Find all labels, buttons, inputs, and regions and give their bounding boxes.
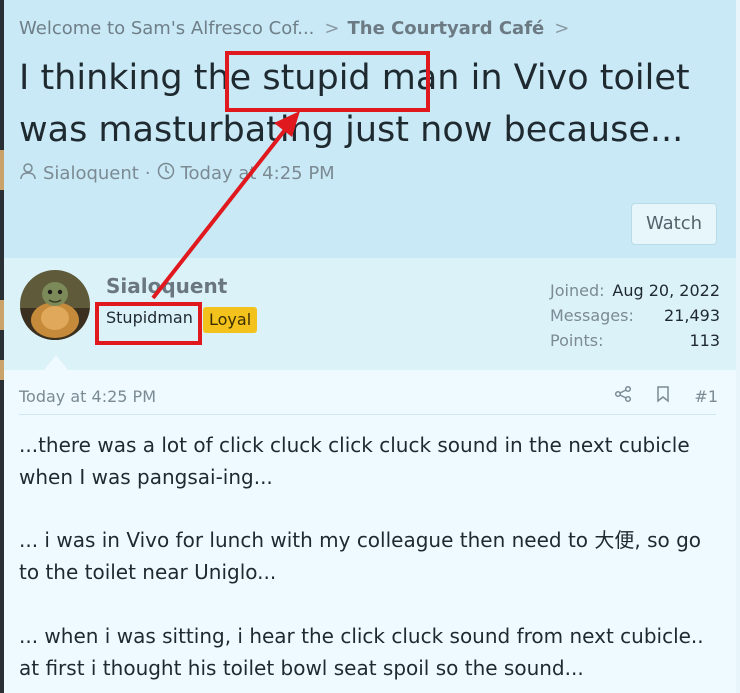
post-number[interactable]: #1 <box>694 387 718 406</box>
avatar[interactable] <box>20 270 90 340</box>
post-container: Sialoquent Stupidman Loyal Joined: Aug 2… <box>4 258 736 693</box>
post-user-area: Sialoquent Stupidman Loyal Joined: Aug 2… <box>4 258 736 371</box>
stat-value[interactable]: 21,493 <box>664 303 720 328</box>
stat-value[interactable]: 113 <box>689 328 720 353</box>
post-paragraph: ...there was a lot of click cluck click … <box>19 433 690 489</box>
stat-key: Messages: <box>550 306 634 325</box>
thread-title: I thinking the stupid man in Vivo toilet… <box>19 58 690 150</box>
clock-icon <box>157 162 175 185</box>
thread-page: Welcome to Sam's Alfresco Cof... > The Cou… <box>4 0 736 693</box>
avatar-turtle-icon <box>20 270 90 340</box>
post-time[interactable]: Today at 4:25 PM <box>19 387 156 406</box>
loyal-badge: Loyal <box>203 307 258 333</box>
bookmark-icon[interactable] <box>654 385 672 407</box>
message-pointer <box>44 355 68 370</box>
post-paragraph: ... i was in Vivo for lunch with my coll… <box>19 528 702 584</box>
post-paragraph: ... when i was sitting, i hear the click… <box>19 624 704 680</box>
meta-separator: · <box>144 163 151 184</box>
thread-header: Welcome to Sam's Alfresco Cof... > The Cou… <box>4 0 736 258</box>
stat-value: Aug 20, 2022 <box>612 281 720 300</box>
stat-key: Points: <box>550 331 604 350</box>
stat-joined: Joined: Aug 20, 2022 <box>550 278 720 303</box>
stat-points: Points: 113 <box>550 328 720 353</box>
thread-author[interactable]: Sialoquent <box>43 163 139 184</box>
watch-button[interactable]: Watch <box>631 203 717 245</box>
post-divider <box>19 414 716 415</box>
breadcrumb-separator: > <box>324 18 340 39</box>
breadcrumb-separator: > <box>554 18 570 39</box>
breadcrumb-item-courtyard[interactable]: The Courtyard Café <box>348 18 545 39</box>
user-icon <box>19 162 37 185</box>
post-username[interactable]: Sialoquent <box>106 274 227 298</box>
thread-time[interactable]: Today at 4:25 PM <box>181 163 335 184</box>
stat-key: Joined: <box>550 281 605 300</box>
thread-meta: Sialoquent · Today at 4:25 PM <box>19 162 335 185</box>
breadcrumb-item-forum[interactable]: Welcome to Sam's Alfresco Cof... <box>19 18 314 39</box>
post-actions: #1 <box>614 385 718 407</box>
user-stats: Joined: Aug 20, 2022 Messages: 21,493 Po… <box>550 278 720 353</box>
stat-messages: Messages: 21,493 <box>550 303 720 328</box>
user-title: Stupidman <box>106 308 193 327</box>
share-icon[interactable] <box>614 385 632 407</box>
breadcrumb: Welcome to Sam's Alfresco Cof... > The Cou… <box>19 18 577 39</box>
post-body: Today at 4:25 PM #1 ...there was a lot o… <box>4 370 736 693</box>
